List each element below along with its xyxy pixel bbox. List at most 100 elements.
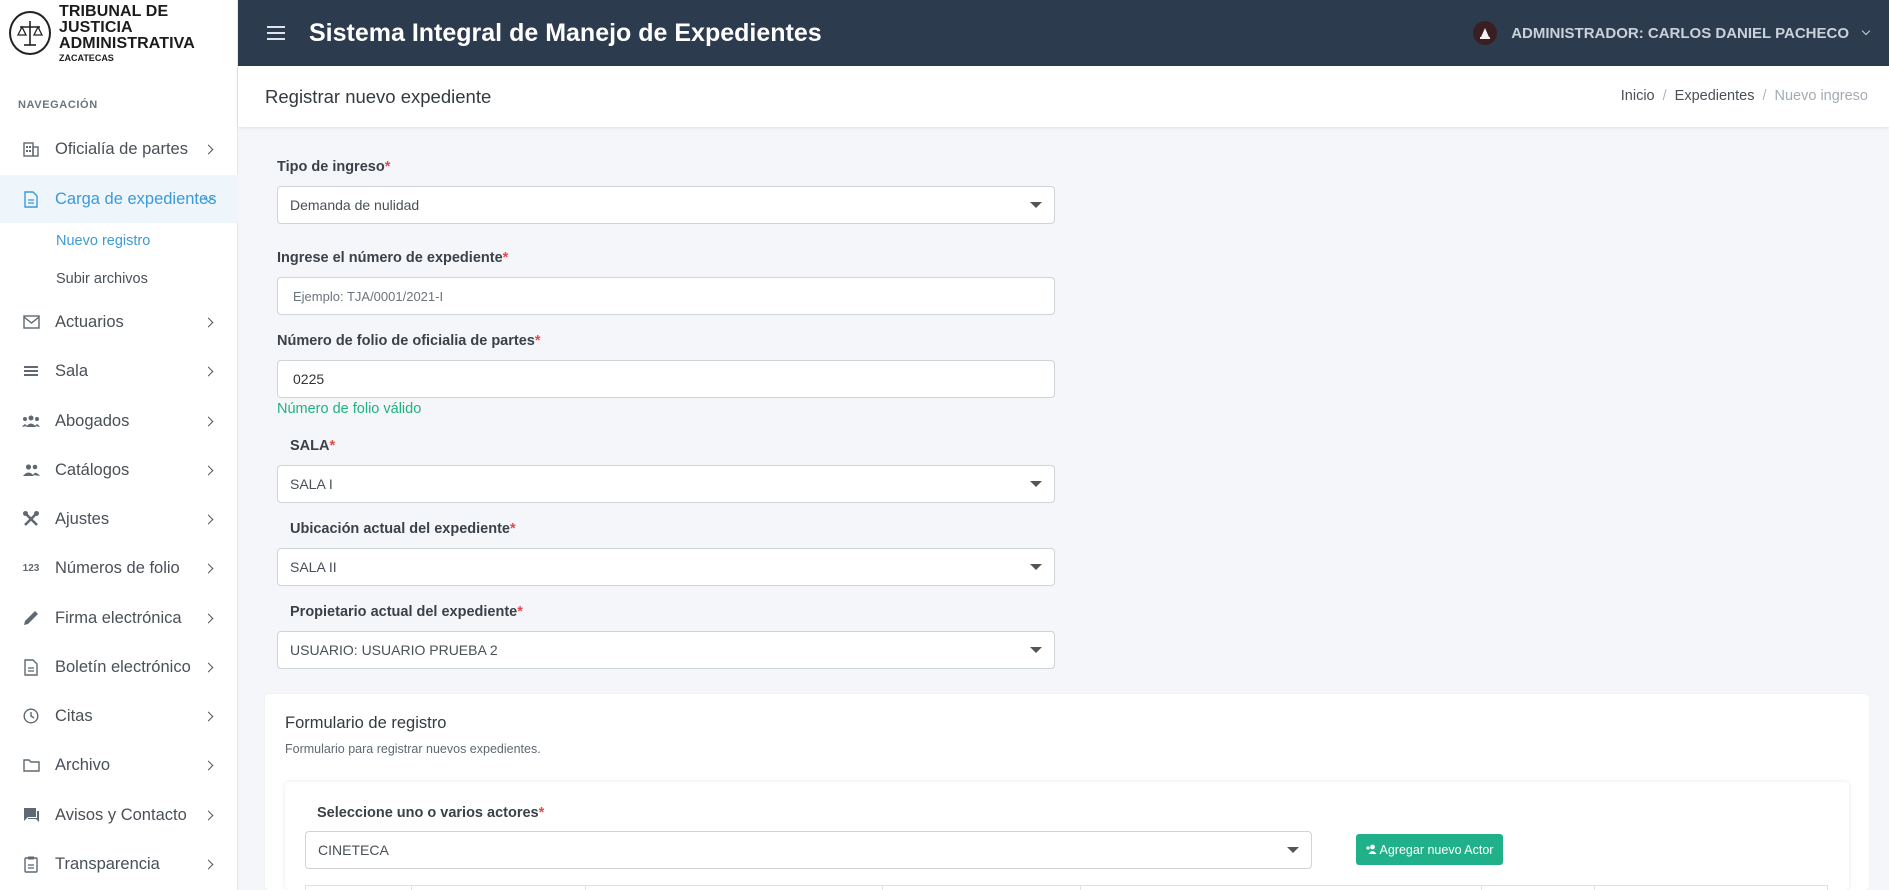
numero-expediente-input[interactable]: Ejemplo: TJA/0001/2021-I [277,277,1055,315]
sidebar-item-label: Transparencia [55,854,160,873]
sidebar-item-oficialia[interactable]: Oficialía de partes [0,125,238,173]
sidebar-item-firma-electronica[interactable]: Firma electrónica [0,594,238,642]
propietario-select[interactable]: USUARIO: USUARIO PRUEBA 2 [277,631,1055,669]
sidebar-subitem-subir-archivos[interactable]: Subir archivos [56,271,148,287]
chat-icon [22,806,40,824]
ubicacion-select[interactable]: SALA II [277,548,1055,586]
pen-icon [22,609,40,627]
brand-name-line3: ZACATECAS [58,52,114,63]
caret-down-icon [1030,564,1042,570]
sidebar-item-archivo[interactable]: Archivo [0,741,238,789]
add-actor-button[interactable]: Agregar nuevo Actor [1356,834,1503,865]
sala-select[interactable]: SALA I [277,465,1055,503]
sidebar-item-catalogos[interactable]: Catálogos [0,446,238,494]
chevron-right-icon [203,366,214,376]
chevron-right-icon [203,465,214,475]
app-title: Sistema Integral de Manejo de Expediente… [309,18,822,47]
tipo-ingreso-select[interactable]: Demanda de nulidad [277,186,1055,224]
folder-icon [22,756,40,774]
chevron-right-icon [203,810,214,820]
sidebar-item-citas[interactable]: Citas [0,692,238,740]
required-mark: * [517,604,523,620]
group-icon [22,412,40,430]
breadcrumb-inicio[interactable]: Inicio [1621,88,1655,104]
required-mark: * [534,333,541,349]
page-title: Registrar nuevo expediente [265,86,492,107]
sidebar-item-numeros-folio[interactable]: 123 Números de folio [0,544,238,592]
breadcrumb: Inicio / Expedientes / Nuevo ingreso [1621,88,1868,104]
sidebar-item-label: Ajustes [55,509,110,528]
required-mark: * [510,521,516,537]
sidebar-item-abogados[interactable]: Abogados [0,397,238,445]
tipo-ingreso-label: Tipo de ingreso* [277,159,390,175]
sala-label: SALA* [290,438,335,454]
sidebar-item-label: Carga de expedientes [55,189,217,208]
list-icon [22,362,40,380]
sidebar-item-sala[interactable]: Sala [0,347,238,395]
propietario-label: Propietario actual del expediente* [290,604,523,620]
chevron-right-icon [203,760,214,770]
caret-down-icon [1030,481,1042,487]
actores-value: CINETECA [318,842,389,858]
user-avatar [1473,21,1498,45]
chevron-down-icon [1861,26,1871,36]
propietario-value: USUARIO: USUARIO PRUEBA 2 [290,642,498,658]
tools-icon [22,510,40,528]
chevron-right-icon [203,416,214,426]
sidebar-item-actuarios[interactable]: Actuarios [0,298,238,346]
sidebar-item-transparencia[interactable]: Transparencia [0,840,238,888]
building-icon [22,140,40,158]
chevron-right-icon [203,859,214,869]
topbar: Sistema Integral de Manejo de Expediente… [238,0,1889,66]
sidebar-item-avisos-contacto[interactable]: Avisos y Contacto [0,791,238,839]
actores-select[interactable]: CINETECA [305,831,1312,869]
sidebar: TRIBUNAL DE JUSTICIA ADMINISTRATIVA ZACA… [0,0,238,890]
menu-toggle-icon[interactable] [267,26,285,40]
document-icon [22,190,40,208]
actores-label: Seleccione uno o varios actores* [317,805,544,821]
folio-input[interactable]: 0225 [277,360,1055,398]
sidebar-item-carga-expedientes[interactable]: Carga de expedientes [0,175,238,223]
sidebar-item-ajustes[interactable]: Ajustes [0,495,238,543]
brand-name-line1: TRIBUNAL DE JUSTICIA [58,2,169,36]
required-mark: * [502,250,509,266]
sidebar-item-label: Citas [55,706,93,725]
chevron-right-icon [203,613,214,623]
file-icon [22,658,40,676]
chevron-right-icon [203,144,214,154]
ubicacion-label-text: Ubicación actual del expediente [290,521,510,537]
required-mark: * [538,805,545,821]
tipo-ingreso-label-text: Tipo de ingreso [277,159,385,175]
caret-down-icon [1287,847,1299,853]
clipboard-icon [22,855,40,873]
chevron-right-icon [203,711,214,721]
actores-table [305,885,1828,890]
user-plus-icon [1365,843,1377,857]
card-title: Formulario de registro [285,714,447,732]
tipo-ingreso-value: Demanda de nulidad [290,197,420,213]
sala-label-text: SALA [290,438,330,454]
user-menu[interactable]: ADMINISTRADOR: CARLOS DANIEL PACHECO [1473,0,1871,66]
sidebar-item-label: Firma electrónica [55,608,182,627]
sidebar-item-label: Actuarios [55,312,124,331]
sala-value: SALA I [290,476,333,492]
numero-expediente-placeholder: Ejemplo: TJA/0001/2021-I [293,288,444,304]
brand-logo[interactable]: TRIBUNAL DE JUSTICIA ADMINISTRATIVA ZACA… [0,0,237,66]
people-icon [22,461,40,479]
sidebar-item-label: Sala [55,361,89,380]
required-mark: * [329,438,336,454]
chevron-right-icon [203,317,214,327]
sidebar-subitem-nuevo-registro[interactable]: Nuevo registro [56,233,150,249]
propietario-label-text: Propietario actual del expediente [290,604,518,620]
actores-label-text: Seleccione uno o varios actores [317,805,539,821]
chevron-right-icon [203,514,214,524]
user-name: ADMINISTRADOR: CARLOS DANIEL PACHECO [1511,24,1849,42]
numero-expediente-label-text: Ingrese el número de expediente [277,250,503,266]
page-header: Registrar nuevo expediente Inicio / Expe… [238,66,1889,127]
breadcrumb-current: Nuevo ingreso [1774,88,1869,104]
ubicacion-value: SALA II [290,559,337,575]
breadcrumb-expedientes[interactable]: Expedientes [1675,88,1755,104]
brand-name-line2: ADMINISTRATIVA [58,34,195,52]
sidebar-item-boletin-electronico[interactable]: Boletín electrónico [0,643,238,691]
chevron-right-icon [203,563,214,573]
